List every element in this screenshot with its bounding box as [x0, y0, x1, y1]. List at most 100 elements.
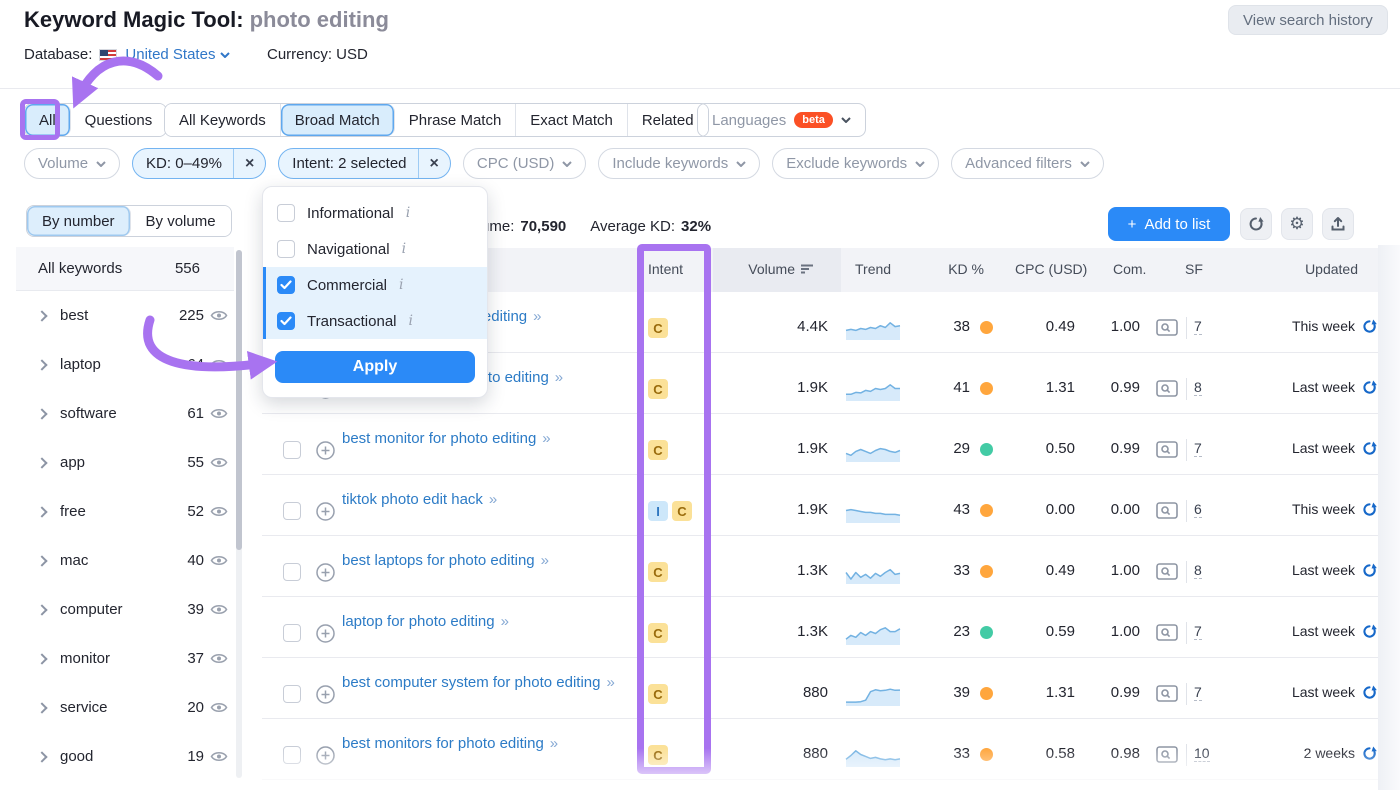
keyword-link[interactable]: best laptops for photo editing»	[342, 548, 638, 573]
info-icon[interactable]: i	[409, 313, 413, 329]
expand-chevron-icon[interactable]	[36, 751, 47, 762]
intent-option-transactional[interactable]: Transactionali	[263, 303, 487, 339]
sidebar-tab-by-number[interactable]: By number	[27, 206, 131, 236]
apply-button[interactable]: Apply	[275, 351, 475, 383]
keyword-link[interactable]: best monitor for photo editing»	[342, 426, 638, 451]
checkbox-unchecked[interactable]	[277, 240, 295, 258]
serp-features-icon[interactable]	[1156, 502, 1178, 524]
settings-button[interactable]: ⚙	[1281, 208, 1313, 240]
row-checkbox[interactable]	[283, 624, 301, 642]
tab-broad-match[interactable]: Broad Match	[281, 104, 395, 136]
tab-all-keywords[interactable]: All Keywords	[165, 104, 281, 136]
eye-icon[interactable]	[210, 750, 228, 763]
column-trend[interactable]: Trend	[855, 261, 891, 277]
export-button[interactable]	[1322, 208, 1354, 240]
column-com[interactable]: Com.	[1113, 261, 1146, 277]
sidebar-tab-by-volume[interactable]: By volume	[131, 206, 231, 236]
add-keyword-icon[interactable]	[316, 502, 335, 526]
sf-value[interactable]: 8	[1194, 379, 1202, 396]
sidebar-group-service[interactable]: service20	[16, 683, 234, 732]
column-volume[interactable]: Volume	[702, 261, 814, 277]
filter-chip-intent-2-selected[interactable]: Intent: 2 selected×	[278, 148, 451, 179]
checkbox-checked[interactable]	[277, 276, 295, 294]
serp-features-icon[interactable]	[1156, 685, 1178, 707]
checkbox-unchecked[interactable]	[277, 204, 295, 222]
refresh-keyword-button[interactable]	[1362, 563, 1377, 583]
serp-features-icon[interactable]	[1156, 563, 1178, 585]
column-cpc[interactable]: CPC (USD)	[1015, 261, 1087, 277]
info-icon[interactable]: i	[406, 205, 410, 221]
row-checkbox[interactable]	[283, 563, 301, 581]
add-keyword-icon[interactable]	[316, 746, 335, 770]
serp-features-icon[interactable]	[1156, 441, 1178, 463]
row-checkbox[interactable]	[283, 441, 301, 459]
expand-chevron-icon[interactable]	[36, 359, 47, 370]
column-intent[interactable]: Intent	[648, 261, 683, 277]
expand-chevron-icon[interactable]	[36, 457, 47, 468]
row-checkbox[interactable]	[283, 502, 301, 520]
tab-all[interactable]: All	[25, 104, 71, 136]
sf-value[interactable]: 6	[1194, 501, 1202, 518]
sidebar-group-app[interactable]: app55	[16, 438, 234, 487]
open-keyword-icon[interactable]: »	[606, 674, 612, 691]
column-kd[interactable]: KD %	[904, 261, 984, 277]
sidebar-group-free[interactable]: free52	[16, 487, 234, 536]
sf-value[interactable]: 8	[1194, 562, 1202, 579]
expand-chevron-icon[interactable]	[36, 555, 47, 566]
filter-chip-kd-0-49[interactable]: KD: 0–49%×	[132, 148, 266, 179]
eye-icon[interactable]	[210, 456, 228, 469]
tab-related[interactable]: Related	[628, 104, 708, 136]
keyword-link[interactable]: tiktok photo edit hack»	[342, 487, 638, 512]
open-keyword-icon[interactable]: »	[541, 552, 547, 569]
expand-chevron-icon[interactable]	[36, 408, 47, 419]
expand-chevron-icon[interactable]	[36, 310, 47, 321]
open-keyword-icon[interactable]: »	[550, 735, 556, 752]
eye-icon[interactable]	[210, 701, 228, 714]
refresh-keyword-button[interactable]	[1362, 685, 1377, 705]
open-keyword-icon[interactable]: »	[555, 369, 561, 386]
close-icon[interactable]: ×	[233, 149, 265, 178]
serp-features-icon[interactable]	[1156, 380, 1178, 402]
add-keyword-icon[interactable]	[316, 441, 335, 465]
refresh-keyword-button[interactable]	[1362, 441, 1377, 461]
serp-features-icon[interactable]	[1156, 624, 1178, 646]
filter-chip-volume[interactable]: Volume	[24, 148, 120, 179]
view-search-history-button[interactable]: View search history	[1228, 5, 1388, 35]
sidebar-group-software[interactable]: software61	[16, 389, 234, 438]
sidebar-scrollbar-thumb[interactable]	[236, 250, 242, 550]
sidebar-group-laptop[interactable]: laptop64	[16, 340, 234, 389]
keyword-link[interactable]: best computer system for photo editing»	[342, 670, 638, 695]
open-keyword-icon[interactable]: »	[501, 613, 507, 630]
expand-chevron-icon[interactable]	[36, 604, 47, 615]
tab-exact-match[interactable]: Exact Match	[516, 104, 628, 136]
open-keyword-icon[interactable]: »	[542, 430, 548, 447]
intent-option-navigational[interactable]: Navigationali	[263, 231, 487, 267]
refresh-button[interactable]	[1240, 208, 1272, 240]
open-keyword-icon[interactable]: »	[533, 308, 539, 325]
sidebar-group-computer[interactable]: computer39	[16, 585, 234, 634]
database-select[interactable]: United States	[125, 46, 230, 63]
expand-chevron-icon[interactable]	[36, 702, 47, 713]
eye-icon[interactable]	[210, 407, 228, 420]
checkbox-checked[interactable]	[277, 312, 295, 330]
tab-questions[interactable]: Questions	[71, 104, 167, 136]
sf-value[interactable]: 7	[1194, 684, 1202, 701]
intent-option-informational[interactable]: Informationali	[263, 195, 487, 231]
tab-phrase-match[interactable]: Phrase Match	[395, 104, 517, 136]
sidebar-group-good[interactable]: good19	[16, 732, 234, 781]
sf-value[interactable]: 7	[1194, 318, 1202, 335]
serp-features-icon[interactable]	[1156, 319, 1178, 341]
info-icon[interactable]: i	[402, 241, 406, 257]
expand-chevron-icon[interactable]	[36, 506, 47, 517]
row-checkbox[interactable]	[283, 685, 301, 703]
sf-value[interactable]: 7	[1194, 440, 1202, 457]
add-keyword-icon[interactable]	[316, 563, 335, 587]
eye-icon[interactable]	[210, 652, 228, 665]
add-keyword-icon[interactable]	[316, 624, 335, 648]
expand-chevron-icon[interactable]	[36, 653, 47, 664]
filter-chip-advanced-filters[interactable]: Advanced filters	[951, 148, 1104, 179]
refresh-keyword-button[interactable]	[1362, 624, 1377, 644]
all-keywords-row[interactable]: All keywords 556	[16, 247, 234, 291]
refresh-keyword-button[interactable]	[1362, 380, 1377, 400]
refresh-keyword-button[interactable]	[1362, 319, 1377, 339]
